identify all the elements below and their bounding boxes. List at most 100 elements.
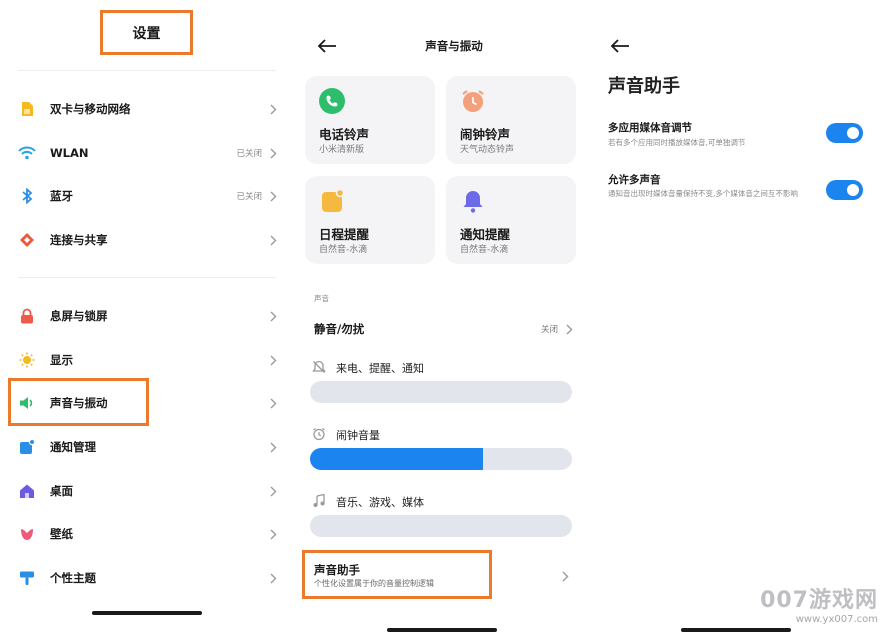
chevron-right-icon — [268, 310, 278, 322]
multi-app-media-toggle[interactable] — [826, 123, 863, 143]
chevron-right-icon — [268, 103, 278, 115]
settings-item-label: 蓝牙 — [50, 189, 73, 203]
notification-icon — [18, 438, 36, 456]
ringtone-card[interactable]: 电话铃声 小米清新版 — [305, 76, 435, 164]
page-title: 设置 — [100, 10, 193, 55]
card-title: 闹钟铃声 — [460, 127, 511, 142]
phone-icon — [319, 88, 345, 114]
connection-share-icon — [18, 231, 36, 249]
card-title: 通知提醒 — [460, 227, 511, 242]
divider — [18, 277, 276, 278]
calendar-icon — [319, 188, 345, 214]
settings-item-themes[interactable]: 个性主题 — [18, 563, 278, 593]
settings-item-label: 息屏与锁屏 — [50, 309, 108, 323]
volume-label-text: 来电、提醒、通知 — [336, 362, 424, 375]
settings-item-lock-screen[interactable]: 息屏与锁屏 — [18, 301, 278, 331]
card-title: 日程提醒 — [319, 227, 370, 242]
home-indicator[interactable] — [92, 611, 202, 615]
toggle-knob — [847, 127, 859, 139]
multi-app-media-title: 多应用媒体音调节 — [608, 122, 692, 134]
page-title: 声音与振动 — [425, 39, 483, 53]
ring-volume-label: 来电、提醒、通知 — [312, 359, 424, 377]
settings-item-wallpaper[interactable]: 壁纸 — [18, 519, 278, 549]
mute-status: 关闭 — [540, 325, 558, 335]
watermark-main: 007游戏网 — [760, 588, 878, 613]
wifi-icon — [18, 144, 36, 162]
chevron-right-icon — [268, 572, 278, 584]
back-arrow-icon[interactable] — [316, 38, 338, 54]
card-subtitle: 小米清新版 — [319, 145, 365, 155]
sound-assistant-panel: 声音助手 多应用媒体音调节 若有多个应用同时播放媒体音,可单独调节 允许多声音 … — [590, 0, 882, 636]
settings-item-label: 显示 — [50, 353, 73, 367]
sound-vibration-panel: 声音与振动 电话铃声 小米清新版 闹钟铃声 天气动态铃声 日程提醒 自然音-水滴… — [294, 0, 590, 636]
settings-item-display[interactable]: 显示 — [18, 345, 278, 375]
lock-icon — [18, 307, 36, 325]
mute-dnd-row[interactable]: 静音/勿扰 关闭 — [314, 318, 574, 340]
multi-app-media-subtitle: 若有多个应用同时播放媒体音,可单独调节 — [608, 138, 746, 147]
card-title: 电话铃声 — [319, 127, 370, 142]
bell-icon — [460, 188, 486, 214]
highlight-frame — [8, 378, 149, 426]
alarm-volume-label: 闹钟音量 — [312, 426, 380, 444]
sun-icon — [18, 351, 36, 369]
alarm-ringtone-card[interactable]: 闹钟铃声 天气动态铃声 — [446, 76, 576, 164]
allow-multi-sound-subtitle: 通知音出现时媒体音量保持不变,多个媒体音之间互不影响 — [608, 189, 798, 198]
settings-item-label: 壁纸 — [50, 527, 73, 541]
settings-item-status: 已关闭 — [236, 149, 262, 159]
section-label: 声音 — [314, 294, 329, 303]
brush-icon — [18, 569, 36, 587]
volume-label-text: 音乐、游戏、媒体 — [336, 496, 424, 509]
chevron-right-icon — [268, 190, 278, 202]
home-indicator[interactable] — [387, 628, 497, 632]
settings-item-label: 连接与共享 — [50, 233, 108, 247]
alarm-volume-slider[interactable] — [310, 448, 572, 470]
tulip-icon — [18, 525, 36, 543]
toggle-knob — [847, 184, 859, 196]
settings-item-wlan[interactable]: WLAN 已关闭 — [18, 138, 278, 168]
music-note-icon — [312, 493, 326, 512]
chevron-right-icon — [268, 234, 278, 246]
calendar-reminder-card[interactable]: 日程提醒 自然音-水滴 — [305, 176, 435, 264]
chevron-right-icon — [564, 323, 574, 335]
settings-item-desktop[interactable]: 桌面 — [18, 476, 278, 506]
media-volume-label: 音乐、游戏、媒体 — [312, 493, 424, 511]
chevron-right-icon — [268, 485, 278, 497]
alarm-icon — [312, 426, 326, 445]
settings-item-label: 通知管理 — [50, 440, 96, 454]
settings-panel: 设置 双卡与移动网络 WLAN 已关闭 蓝牙 已关闭 连接与共享 息屏与锁屏 显… — [0, 0, 294, 636]
sound-assistant-title[interactable]: 声音助手 — [314, 562, 360, 578]
bluetooth-icon — [18, 187, 36, 205]
home-icon — [18, 482, 36, 500]
settings-item-sim-network[interactable]: 双卡与移动网络 — [18, 94, 278, 124]
home-indicator[interactable] — [681, 628, 791, 632]
bell-muted-icon — [312, 359, 326, 378]
chevron-right-icon — [268, 147, 278, 159]
alarm-clock-icon — [460, 88, 486, 114]
media-volume-slider[interactable] — [310, 515, 572, 537]
settings-item-label: 桌面 — [50, 484, 73, 498]
allow-multi-sound-toggle[interactable] — [826, 180, 863, 200]
chevron-right-icon — [268, 354, 278, 366]
chevron-right-icon — [268, 397, 278, 409]
settings-item-connection-share[interactable]: 连接与共享 — [18, 225, 278, 255]
allow-multi-sound-title: 允许多声音 — [608, 174, 661, 186]
sound-assistant-subtitle: 个性化设置属于你的音量控制逻辑 — [314, 579, 434, 588]
settings-item-label: 双卡与移动网络 — [50, 102, 131, 116]
settings-item-notifications[interactable]: 通知管理 — [18, 432, 278, 462]
settings-item-label: 个性主题 — [50, 571, 96, 585]
chevron-right-icon[interactable] — [560, 570, 570, 582]
page-title: 声音助手 — [608, 76, 680, 97]
sim-card-icon — [18, 100, 36, 118]
notification-reminder-card[interactable]: 通知提醒 自然音-水滴 — [446, 176, 576, 264]
settings-item-bluetooth[interactable]: 蓝牙 已关闭 — [18, 181, 278, 211]
volume-label-text: 闹钟音量 — [336, 429, 380, 442]
card-subtitle: 自然音-水滴 — [460, 245, 509, 255]
chevron-right-icon — [268, 441, 278, 453]
card-subtitle: 天气动态铃声 — [460, 145, 515, 155]
ring-volume-slider[interactable] — [310, 381, 572, 403]
chevron-right-icon — [268, 528, 278, 540]
mute-label: 静音/勿扰 — [314, 322, 365, 336]
slider-fill — [310, 448, 483, 470]
settings-item-label: WLAN — [50, 146, 89, 160]
back-arrow-icon[interactable] — [609, 38, 631, 54]
